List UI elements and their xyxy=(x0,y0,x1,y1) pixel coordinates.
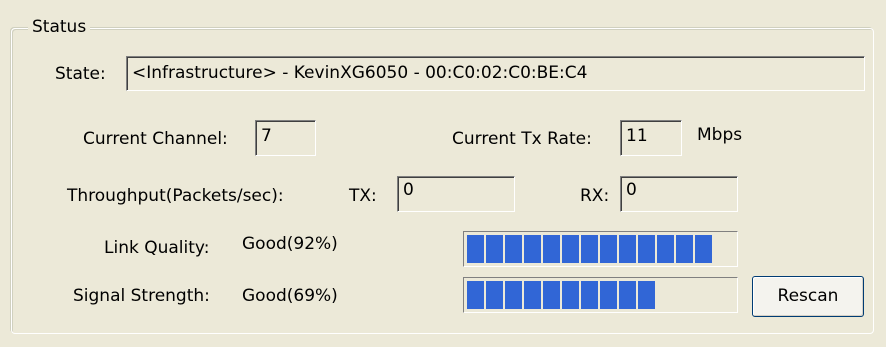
progress-segment xyxy=(619,281,636,309)
tx-label: TX: xyxy=(349,186,377,206)
link-quality-bar xyxy=(463,231,738,267)
throughput-label: Throughput(Packets/sec): xyxy=(67,186,284,206)
link-quality-bar-fill xyxy=(467,235,714,263)
progress-segment xyxy=(638,281,655,309)
progress-segment xyxy=(638,235,655,263)
progress-segment xyxy=(695,235,712,263)
progress-segment xyxy=(543,235,560,263)
current-tx-rate-label: Current Tx Rate: xyxy=(452,129,592,149)
progress-segment xyxy=(486,235,503,263)
state-field: <Infrastructure> - KevinXG6050 - 00:C0:0… xyxy=(126,56,865,91)
progress-segment xyxy=(657,235,674,263)
progress-segment xyxy=(467,235,484,263)
progress-segment xyxy=(524,235,541,263)
state-label: State: xyxy=(55,64,106,84)
progress-segment xyxy=(505,235,522,263)
signal-strength-label: Signal Strength: xyxy=(73,286,210,306)
signal-strength-bar-fill xyxy=(467,281,657,309)
progress-segment xyxy=(562,281,579,309)
current-tx-rate-field: 11 xyxy=(620,120,682,156)
rx-label: RX: xyxy=(580,186,610,206)
current-channel-label: Current Channel: xyxy=(83,129,228,149)
progress-segment xyxy=(600,281,617,309)
progress-segment xyxy=(486,281,503,309)
rescan-button[interactable]: Rescan xyxy=(752,276,864,317)
progress-segment xyxy=(505,281,522,309)
status-group-title: Status xyxy=(28,16,91,38)
link-quality-label: Link Quality: xyxy=(104,238,210,258)
progress-segment xyxy=(676,235,693,263)
signal-strength-bar xyxy=(463,277,738,313)
link-quality-value: Good(92%) xyxy=(242,234,338,254)
signal-strength-value: Good(69%) xyxy=(242,286,338,306)
current-channel-field: 7 xyxy=(255,120,316,156)
progress-segment xyxy=(581,235,598,263)
progress-segment xyxy=(543,281,560,309)
progress-segment xyxy=(619,235,636,263)
progress-segment xyxy=(581,281,598,309)
tx-packets-field: 0 xyxy=(397,176,515,212)
progress-segment xyxy=(524,281,541,309)
progress-segment xyxy=(467,281,484,309)
rx-packets-field: 0 xyxy=(620,176,738,212)
progress-segment xyxy=(562,235,579,263)
progress-segment xyxy=(600,235,617,263)
tx-rate-unit: Mbps xyxy=(697,125,743,145)
